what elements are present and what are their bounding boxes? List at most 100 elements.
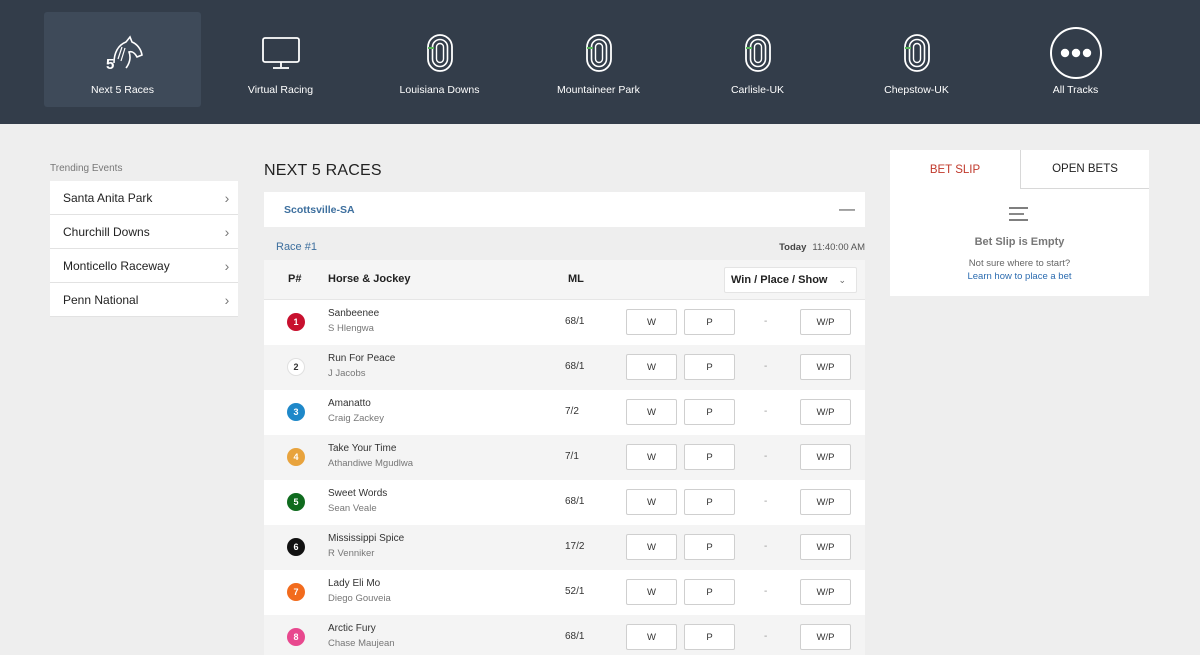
trending-item-santa-anita-park[interactable]: Santa Anita Park › [50, 181, 238, 215]
runners-table: P# Horse & Jockey ML Win / Place / Show … [264, 260, 865, 655]
place-button[interactable]: P [684, 534, 735, 560]
jockey-name: Sean Veale [328, 503, 377, 514]
win-button[interactable]: W [626, 309, 677, 335]
jockey-name: Chase Maujean [328, 638, 395, 649]
horse-name: Amanatto [328, 398, 371, 409]
show-unavailable: - [764, 496, 768, 507]
tab-open-bets[interactable]: OPEN BETS [1020, 150, 1149, 189]
morning-line-odds: 7/1 [565, 451, 579, 462]
win-place-button[interactable]: W/P [800, 444, 851, 470]
jockey-name: S Hlengwa [328, 323, 374, 334]
place-button[interactable]: P [684, 399, 735, 425]
column-header-post: P# [288, 273, 302, 285]
post-number-badge: 5 [287, 493, 305, 511]
table-row: 6 Mississippi Spice R Venniker 17/2 W P - W/P [264, 525, 865, 570]
show-unavailable: - [764, 586, 768, 597]
show-unavailable: - [764, 316, 768, 327]
nav-label: All Tracks [1052, 84, 1099, 96]
column-header-ml: ML [568, 273, 584, 285]
win-button[interactable]: W [626, 399, 677, 425]
post-number-badge: 2 [287, 358, 305, 376]
morning-line-odds: 68/1 [565, 361, 585, 372]
nav-label: Mountaineer Park [557, 84, 640, 96]
nav-next-5-races[interactable]: 5 Next 5 Races [44, 12, 201, 107]
win-place-button[interactable]: W/P [800, 534, 851, 560]
place-button[interactable]: P [684, 579, 735, 605]
bet-type-select[interactable]: Win / Place / Show ⌄ [724, 267, 857, 293]
win-button[interactable]: W [626, 444, 677, 470]
tab-bet-slip[interactable]: BET SLIP [890, 150, 1020, 189]
race-header: Race #1 Today 11:40:00 AM [264, 235, 865, 259]
win-place-button[interactable]: W/P [800, 309, 851, 335]
win-place-button[interactable]: W/P [800, 354, 851, 380]
trending-item-label: Monticello Raceway [63, 258, 170, 273]
chevron-right-icon: › [224, 189, 230, 206]
post-number-badge: 4 [287, 448, 305, 466]
chevron-right-icon: › [224, 223, 230, 240]
trending-item-penn-national[interactable]: Penn National › [50, 283, 238, 317]
win-button[interactable]: W [626, 354, 677, 380]
place-button[interactable]: P [684, 624, 735, 650]
table-row: 3 Amanatto Craig Zackey 7/2 W P - W/P [264, 390, 865, 435]
monitor-icon [253, 30, 309, 76]
nav-label: Louisiana Downs [399, 84, 480, 96]
morning-line-odds: 52/1 [565, 586, 585, 597]
morning-line-odds: 68/1 [565, 496, 585, 507]
win-place-button[interactable]: W/P [800, 624, 851, 650]
win-button[interactable]: W [626, 624, 677, 650]
show-unavailable: - [764, 451, 768, 462]
show-unavailable: - [764, 361, 768, 372]
horse-name: Run For Peace [328, 353, 396, 364]
table-row: 4 Take Your Time Athandiwe Mgudlwa 7/1 W P - W/… [264, 435, 865, 480]
win-button[interactable]: W [626, 489, 677, 515]
race-day: Today [779, 241, 807, 253]
trending-item-monticello-raceway[interactable]: Monticello Raceway › [50, 249, 238, 283]
show-unavailable: - [764, 541, 768, 552]
jockey-name: Athandiwe Mgudlwa [328, 458, 414, 469]
bet-slip-hint: Not sure where to start? [968, 258, 1071, 269]
nav-mountaineer-park[interactable]: Mountaineer Park [520, 12, 677, 107]
nav-label: Virtual Racing [247, 84, 314, 96]
jockey-name: Craig Zackey [328, 413, 384, 424]
learn-place-bet-link[interactable]: Learn how to place a bet [890, 271, 1149, 282]
win-button[interactable]: W [626, 579, 677, 605]
win-place-button[interactable]: W/P [800, 489, 851, 515]
trending-events-list: Santa Anita Park › Churchill Downs › Mon… [50, 181, 238, 317]
win-place-button[interactable]: W/P [800, 579, 851, 605]
nav-label: Chepstow-UK [884, 84, 949, 96]
racetrack-icon [889, 30, 945, 76]
nav-virtual-racing[interactable]: Virtual Racing [202, 12, 359, 107]
nav-all-tracks[interactable]: All Tracks [997, 12, 1154, 107]
place-button[interactable]: P [684, 309, 735, 335]
more-dots-icon [1048, 27, 1104, 79]
post-number-badge: 6 [287, 538, 305, 556]
trending-item-label: Churchill Downs [63, 224, 150, 239]
bet-type-value: Win / Place / Show [731, 274, 828, 286]
page-title: NEXT 5 RACES [264, 162, 382, 179]
trending-item-label: Santa Anita Park [63, 190, 153, 205]
trending-item-churchill-downs[interactable]: Churchill Downs › [50, 215, 238, 249]
place-button[interactable]: P [684, 444, 735, 470]
post-number-badge: 1 [287, 313, 305, 331]
runner-rows: 1 Sanbeenee S Hlengwa 68/1 W P - W/P 2 Run For Pe… [264, 300, 865, 655]
jockey-name: J Jacobs [328, 368, 366, 379]
horse-name: Arctic Fury [328, 623, 376, 634]
collapse-button[interactable]: — [839, 201, 855, 218]
morning-line-odds: 7/2 [565, 406, 579, 417]
nav-louisiana-downs[interactable]: Louisiana Downs [361, 12, 518, 107]
place-button[interactable]: P [684, 489, 735, 515]
race-label-link[interactable]: Race #1 [276, 241, 317, 253]
nav-carlisle-uk[interactable]: Carlisle-UK [679, 12, 836, 107]
show-unavailable: - [764, 406, 768, 417]
table-row: 5 Sweet Words Sean Veale 68/1 W P - W/P [264, 480, 865, 525]
bet-slip-empty-title: Bet Slip is Empty [974, 236, 1065, 248]
post-number-badge: 8 [287, 628, 305, 646]
win-button[interactable]: W [626, 534, 677, 560]
win-place-button[interactable]: W/P [800, 399, 851, 425]
race-time: Today 11:40:00 AM [779, 242, 865, 253]
place-button[interactable]: P [684, 354, 735, 380]
post-number-badge: 3 [287, 403, 305, 421]
track-name-link[interactable]: Scottsville-SA [284, 204, 355, 216]
nav-chepstow-uk[interactable]: Chepstow-UK [838, 12, 995, 107]
morning-line-odds: 68/1 [565, 316, 585, 327]
